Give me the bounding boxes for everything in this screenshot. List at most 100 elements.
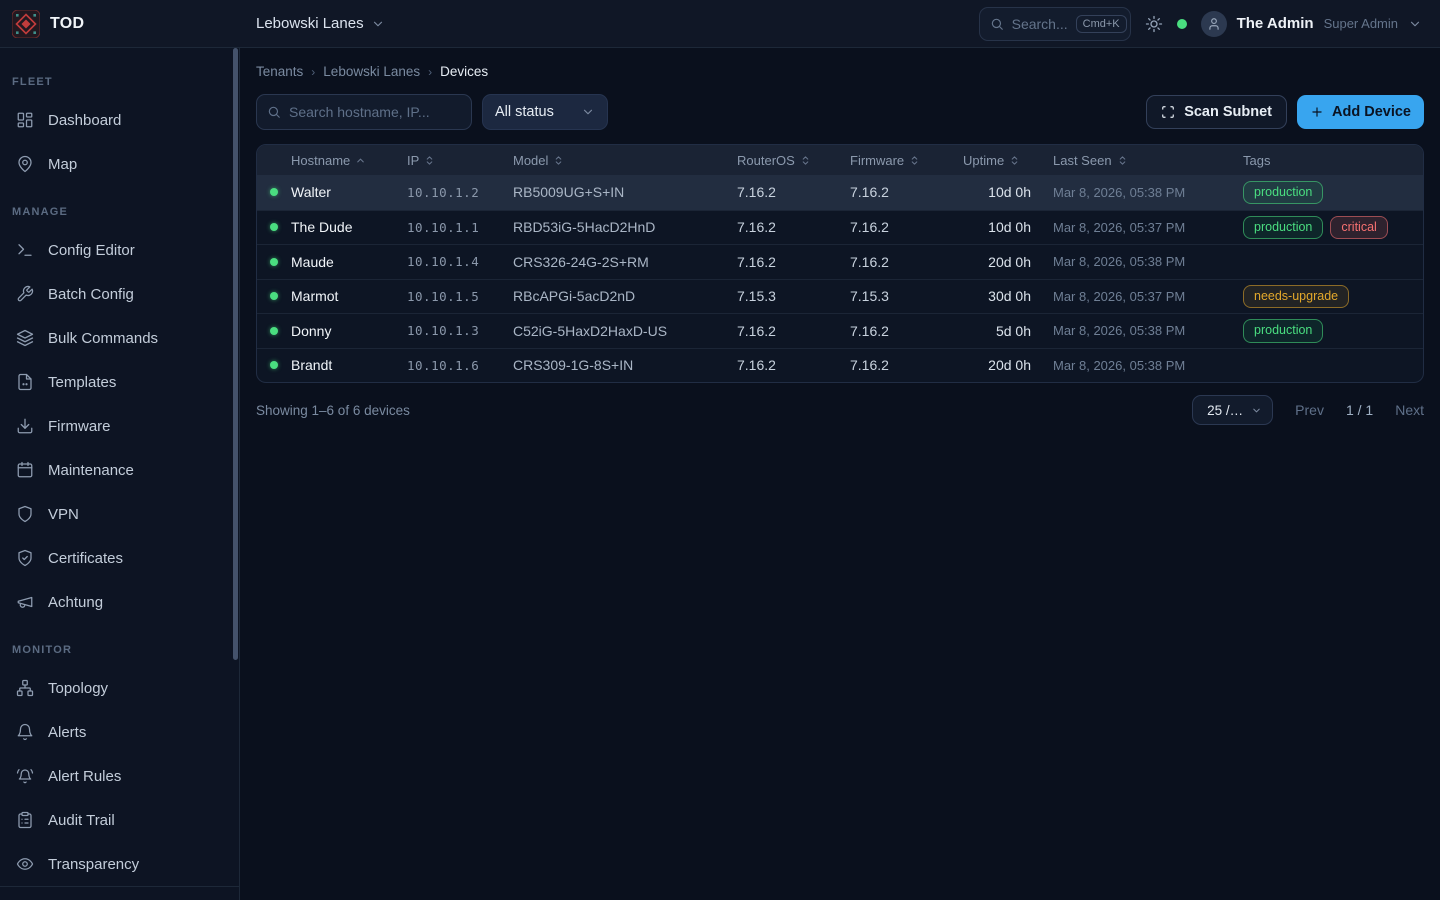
sidebar-item-label: VPN	[48, 506, 79, 523]
status-cell	[257, 327, 291, 335]
avatar	[1201, 11, 1227, 37]
page-size-select[interactable]: 25 /…	[1192, 395, 1273, 425]
column-header-ip[interactable]: IP	[407, 153, 513, 168]
column-header-tags: Tags	[1243, 153, 1423, 168]
uptime-cell: 10d 0h	[963, 184, 1043, 200]
table-header-row: Hostname IP Model RouterOS Firmware	[257, 145, 1423, 175]
app-window: TOD Lebowski Lanes Search... Cmd+K	[0, 0, 1440, 900]
sidebar-item-alerts[interactable]: Alerts	[0, 710, 239, 754]
app-logo-icon	[12, 10, 40, 38]
ip-cell: 10.10.1.2	[407, 185, 513, 200]
firmware-cell: 7.16.2	[850, 254, 963, 270]
ip-cell: 10.10.1.4	[407, 254, 513, 269]
devices-toolbar: Search hostname, IP... All status Scan S…	[256, 94, 1424, 130]
sidebar-item-label: Templates	[48, 374, 116, 391]
model-cell: CRS326-24G-2S+RM	[513, 254, 737, 270]
last-seen-cell: Mar 8, 2026, 05:38 PM	[1043, 254, 1243, 269]
dashboard-icon	[16, 111, 34, 129]
user-menu[interactable]: The Admin Super Admin	[1201, 11, 1422, 37]
nav-section-fleet: FLEET Dashboard Map	[0, 70, 239, 186]
column-header-model[interactable]: Model	[513, 153, 737, 168]
sidebar-item-dashboard[interactable]: Dashboard	[0, 98, 239, 142]
sidebar-item-templates[interactable]: Templates	[0, 360, 239, 404]
bell-icon	[16, 723, 34, 741]
sidebar-item-label: Firmware	[48, 418, 111, 435]
sidebar-item-audit-trail[interactable]: Audit Trail	[0, 798, 239, 842]
status-cell	[257, 223, 291, 231]
sidebar-scrollbar[interactable]	[233, 48, 238, 660]
sidebar-item-bulk-commands[interactable]: Bulk Commands	[0, 316, 239, 360]
online-status-dot	[270, 327, 278, 335]
online-status-dot	[270, 258, 278, 266]
prev-page-button[interactable]: Prev	[1295, 402, 1324, 418]
routeros-cell: 7.16.2	[737, 323, 850, 339]
sidebar-item-batch-config[interactable]: Batch Config	[0, 272, 239, 316]
routeros-cell: 7.16.2	[737, 357, 850, 373]
user-icon	[1207, 17, 1221, 31]
sidebar-item-alert-rules[interactable]: Alert Rules	[0, 754, 239, 798]
tag-badge: production	[1243, 319, 1323, 343]
sidebar-item-vpn[interactable]: VPN	[0, 492, 239, 536]
firmware-cell: 7.16.2	[850, 323, 963, 339]
column-header-uptime[interactable]: Uptime	[963, 153, 1043, 168]
routeros-cell: 7.15.3	[737, 288, 850, 304]
table-row[interactable]: Brandt 10.10.1.6 CRS309-1G-8S+IN 7.16.2 …	[257, 348, 1423, 383]
firmware-cell: 7.16.2	[850, 184, 963, 200]
results-summary: Showing 1–6 of 6 devices	[256, 403, 410, 418]
column-header-last-seen[interactable]: Last Seen	[1043, 153, 1243, 168]
device-search-input[interactable]: Search hostname, IP...	[256, 94, 472, 130]
add-device-label: Add Device	[1332, 104, 1411, 120]
routeros-cell: 7.16.2	[737, 219, 850, 235]
tenant-selector[interactable]: Lebowski Lanes	[256, 15, 385, 32]
add-device-button[interactable]: Add Device	[1297, 95, 1424, 129]
table-row[interactable]: The Dude 10.10.1.1 RBD53iG-5HacD2HnD 7.1…	[257, 210, 1423, 245]
pagination-controls: 25 /… Prev 1 / 1 Next	[1192, 395, 1424, 425]
brand-name: TOD	[50, 15, 84, 33]
table-row[interactable]: Maude 10.10.1.4 CRS326-24G-2S+RM 7.16.2 …	[257, 244, 1423, 279]
next-page-button[interactable]: Next	[1395, 402, 1424, 418]
sidebar-item-maintenance[interactable]: Maintenance	[0, 448, 239, 492]
sidebar-item-label: Transparency	[48, 856, 139, 873]
status-cell	[257, 258, 291, 266]
column-header-firmware[interactable]: Firmware	[850, 153, 963, 168]
column-label: Last Seen	[1053, 153, 1112, 168]
model-cell: C52iG-5HaxD2HaxD-US	[513, 323, 737, 339]
brand: TOD	[0, 10, 240, 38]
sort-icon	[424, 155, 435, 166]
global-search[interactable]: Search... Cmd+K	[979, 7, 1131, 41]
model-cell: RBD53iG-5HacD2HnD	[513, 219, 737, 235]
hostname-cell: Walter	[291, 184, 407, 200]
status-filter-select[interactable]: All status	[482, 94, 608, 130]
table-row[interactable]: Walter 10.10.1.2 RB5009UG+S+IN 7.16.2 7.…	[257, 175, 1423, 210]
sidebar-item-config-editor[interactable]: Config Editor	[0, 228, 239, 272]
sidebar-collapse-button[interactable]	[0, 886, 239, 900]
nav-section-monitor: MONITOR Topology Alerts Alert Rules Audi…	[0, 638, 239, 886]
tag-badge: production	[1243, 181, 1323, 205]
sidebar-item-achtung[interactable]: Achtung	[0, 580, 239, 624]
theme-toggle-button[interactable]	[1145, 15, 1163, 33]
last-seen-cell: Mar 8, 2026, 05:38 PM	[1043, 358, 1243, 373]
connection-status-dot	[1177, 19, 1187, 29]
table-row[interactable]: Marmot 10.10.1.5 RBcAPGi-5acD2nD 7.15.3 …	[257, 279, 1423, 314]
sidebar-item-map[interactable]: Map	[0, 142, 239, 186]
column-header-routeros[interactable]: RouterOS	[737, 153, 850, 168]
sidebar-item-topology[interactable]: Topology	[0, 666, 239, 710]
clipboard-list-icon	[16, 811, 34, 829]
chevron-down-icon	[1408, 17, 1422, 31]
model-cell: RB5009UG+S+IN	[513, 184, 737, 200]
scan-subnet-button[interactable]: Scan Subnet	[1146, 95, 1287, 129]
table-row[interactable]: Donny 10.10.1.3 C52iG-5HaxD2HaxD-US 7.16…	[257, 313, 1423, 348]
breadcrumb-tenants[interactable]: Tenants	[256, 64, 303, 79]
terminal-icon	[16, 241, 34, 259]
sidebar-item-transparency[interactable]: Transparency	[0, 842, 239, 886]
user-role: Super Admin	[1324, 16, 1398, 31]
sidebar-item-label: Batch Config	[48, 286, 134, 303]
sidebar-item-certificates[interactable]: Certificates	[0, 536, 239, 580]
column-header-hostname[interactable]: Hostname	[291, 153, 407, 168]
keyboard-shortcut-badge: Cmd+K	[1076, 15, 1127, 33]
search-icon	[267, 105, 281, 119]
sidebar-item-firmware[interactable]: Firmware	[0, 404, 239, 448]
breadcrumb-tenant-name[interactable]: Lebowski Lanes	[323, 64, 420, 79]
sidebar-item-label: Config Editor	[48, 242, 135, 259]
file-icon	[16, 373, 34, 391]
